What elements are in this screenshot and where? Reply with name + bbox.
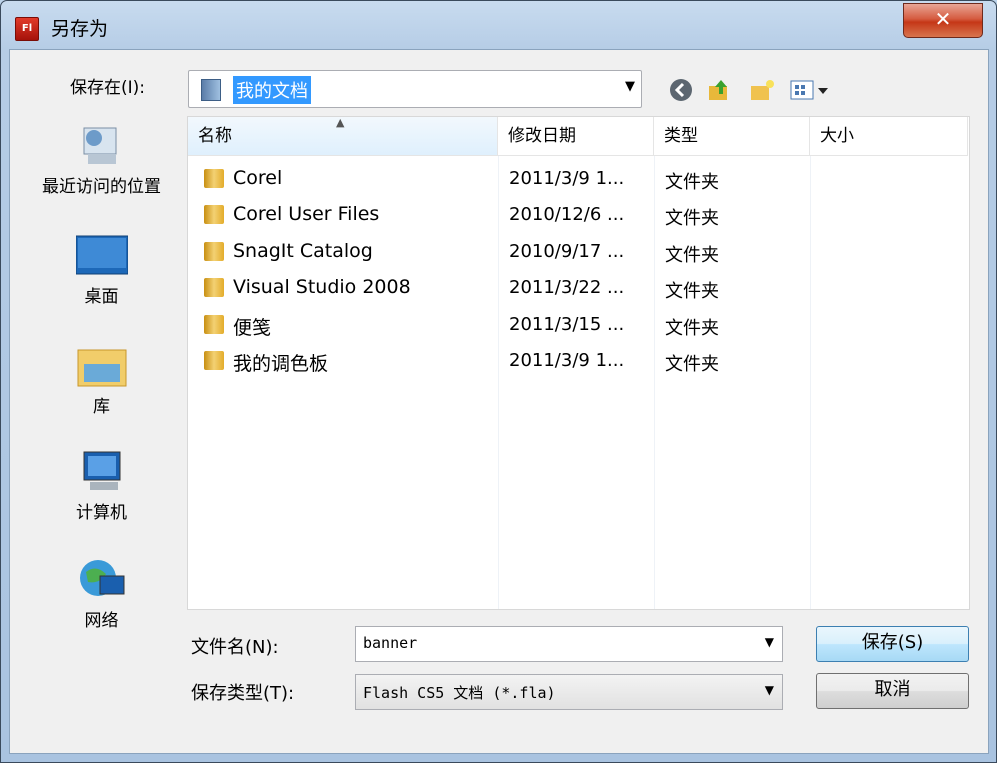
folder-icon [204,169,224,188]
column-header-size[interactable]: 大小 [810,117,968,156]
column-header-name[interactable]: 名称 ▲ [188,116,498,156]
cancel-button[interactable]: 取消 [816,673,969,709]
place-computer[interactable]: 计算机 [20,450,183,523]
file-row[interactable]: Corel User Files 2010/12/6 ... 文件夹 [188,197,968,233]
chevron-down-icon[interactable]: ▼ [625,79,635,94]
place-label: 库 [93,397,110,417]
file-row[interactable]: Visual Studio 2008 2011/3/22 ... 文件夹 [188,270,968,306]
file-row[interactable]: Corel 2011/3/9 1... 文件夹 [188,161,968,197]
library-icon [201,79,221,101]
close-button[interactable]: ✕ [903,3,983,38]
filetype-label: 保存类型(T): [191,683,295,704]
look-in-value: 我的文档 [233,76,311,104]
place-label: 网络 [84,611,119,631]
place-label: 最近访问的位置 [42,177,161,197]
file-row[interactable]: 便笺 2011/3/15 ... 文件夹 [188,307,968,343]
filetype-select[interactable]: Flash CS5 文档 (*.fla) ▼ [355,674,783,710]
column-header-date[interactable]: 修改日期 [498,117,654,156]
desktop-icon [75,234,128,278]
window-title: 另存为 [51,18,109,40]
network-icon [76,558,128,602]
file-row[interactable]: SnagIt Catalog 2010/9/17 ... 文件夹 [188,234,968,270]
folder-icon [204,205,224,224]
file-row[interactable]: 我的调色板 2011/3/9 1... 文件夹 [188,343,968,379]
folder-icon [204,315,224,334]
filename-input[interactable]: banner ▼ [355,626,783,662]
column-header-type[interactable]: 类型 [654,117,810,156]
folder-icon [204,278,224,297]
filename-label: 文件名(N): [191,637,279,658]
look-in-combo[interactable]: 我的文档 ▼ [188,70,642,108]
place-label: 计算机 [76,503,127,523]
folder-icon [204,242,224,261]
sort-up-icon: ▲ [336,116,345,129]
places-bar: 最近访问的位置 桌面 库 计算机 网络 [20,116,183,736]
place-label: 桌面 [84,287,119,307]
save-button[interactable]: 保存(S) [816,626,969,662]
place-network[interactable]: 网络 [20,558,183,631]
computer-icon [76,450,128,494]
recent-places-icon [76,124,128,168]
back-icon[interactable] [669,78,693,107]
view-menu-icon[interactable] [790,78,836,107]
chevron-down-icon[interactable]: ▼ [765,635,774,649]
flash-app-icon: Fl [15,17,39,41]
chevron-down-icon[interactable]: ▼ [765,683,774,697]
file-list[interactable]: 名称 ▲ 修改日期 类型 大小 Corel 2011/3/9 1... 文件夹 … [187,116,970,610]
new-folder-icon[interactable] [749,78,775,107]
place-recent[interactable]: 最近访问的位置 [20,124,183,197]
look-in-label: 保存在(I): [70,78,146,98]
libraries-icon [76,344,128,388]
place-libraries[interactable]: 库 [20,344,183,417]
up-folder-icon[interactable] [707,78,731,107]
place-desktop[interactable]: 桌面 [20,234,183,307]
folder-icon [204,351,224,370]
